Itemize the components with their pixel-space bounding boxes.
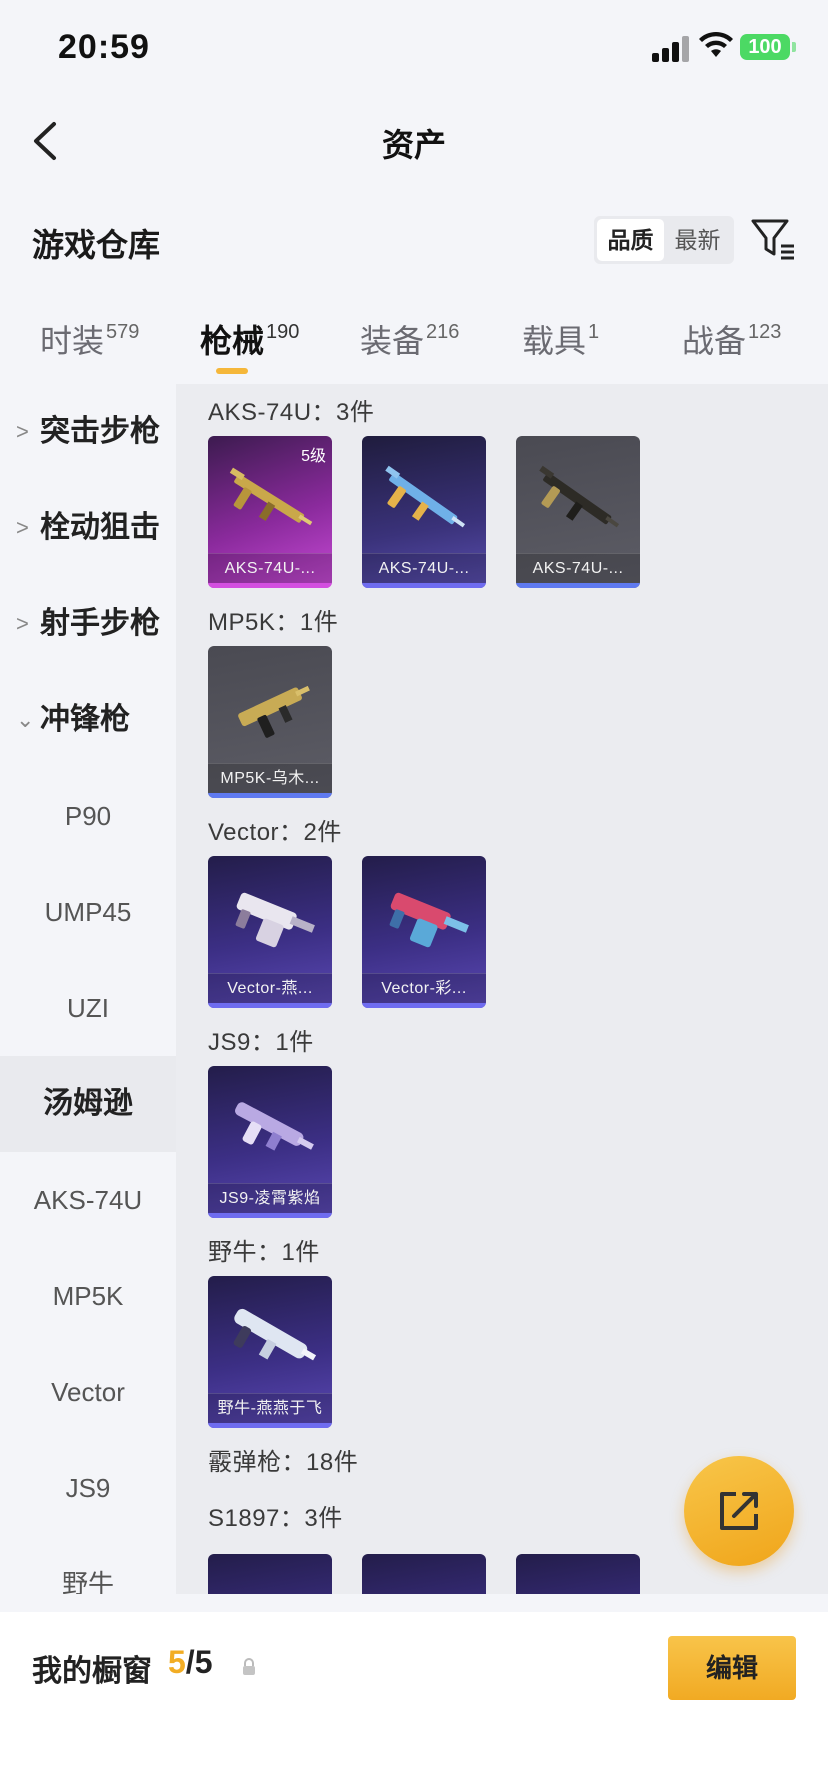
item-label: AKS-74U-...	[362, 553, 486, 583]
item-card[interactable]: AKS-74U-...	[516, 436, 640, 588]
tab-equipment[interactable]: 装备 216	[360, 316, 459, 362]
item-label: JS9-凌霄紫焰	[208, 1183, 332, 1213]
group-title: JS9：1件	[208, 1029, 314, 1056]
status-time: 20:59	[58, 28, 150, 66]
warehouse-header: 游戏仓库 品质 最新	[0, 200, 828, 280]
item-card[interactable]: JS9-凌霄紫焰	[208, 1066, 332, 1218]
rarity-bar	[208, 1213, 332, 1218]
group-title: S1897：3件	[208, 1505, 343, 1532]
rarity-bar	[208, 1003, 332, 1008]
group-title: 霰弹枪：18件	[208, 1449, 359, 1476]
page-title: 资产	[381, 127, 446, 163]
wifi-icon	[699, 31, 733, 57]
sidebar-item-aks74u[interactable]: AKS-74U	[0, 1152, 176, 1248]
sidebar-item-p90[interactable]: P90	[0, 768, 176, 864]
gun-image-icon	[389, 892, 469, 948]
rarity-bar	[362, 1003, 486, 1008]
tab-fashion[interactable]: 时装 579	[40, 316, 139, 362]
sidebar-cat-smg[interactable]: ⌄ 冲锋枪	[0, 672, 176, 768]
tab-vehicles[interactable]: 载具 1	[522, 316, 599, 362]
share-icon	[720, 1492, 758, 1530]
sort-newest-button[interactable]: 最新	[664, 219, 731, 261]
group-title: MP5K：1件	[208, 609, 339, 636]
item-card[interactable]: Vector-燕...	[208, 856, 332, 1008]
tab-gear[interactable]: 战备 123	[682, 316, 781, 362]
item-label: Vector-彩...	[362, 973, 486, 1003]
sidebar-item-vector[interactable]: Vector	[0, 1344, 176, 1440]
showcase-count: 5/5	[168, 1644, 213, 1680]
battery-icon: 100	[740, 34, 796, 60]
item-card[interactable]: Vector-彩...	[362, 856, 486, 1008]
item-card[interactable]	[516, 1554, 640, 1594]
gun-image-icon	[539, 465, 620, 528]
rarity-bar	[208, 793, 332, 798]
gun-image-icon	[238, 685, 310, 738]
chevron-right-icon: >	[16, 419, 29, 444]
item-card[interactable]: 野牛-燕燕于飞	[208, 1276, 332, 1428]
sidebar-item-ump45[interactable]: UMP45	[0, 864, 176, 960]
sidebar-item-mp5k[interactable]: MP5K	[0, 1248, 176, 1344]
gun-image-icon	[229, 467, 313, 526]
item-label: Vector-燕...	[208, 973, 332, 1003]
group-title: Vector：2件	[208, 819, 342, 846]
tab-active-indicator	[216, 368, 248, 374]
edit-button[interactable]: 编辑	[668, 1636, 796, 1700]
chevron-right-icon: >	[16, 611, 29, 636]
item-card[interactable]	[362, 1554, 486, 1594]
rarity-bar	[208, 583, 332, 588]
filter-icon[interactable]	[750, 216, 796, 262]
gun-image-icon	[233, 1308, 317, 1361]
nav-bar: 资产	[0, 96, 828, 186]
group-title: AKS-74U：3件	[208, 399, 375, 426]
item-card[interactable]: MP5K-乌木...	[208, 646, 332, 798]
item-label: AKS-74U-...	[208, 553, 332, 583]
category-tabs: 时装 579 枪械 190 装备 216 载具 1 战备 123	[0, 310, 828, 380]
sidebar-item-bizon[interactable]: 野牛	[0, 1536, 176, 1594]
gun-image-icon	[385, 465, 466, 528]
lock-icon	[243, 1658, 255, 1675]
item-label: 野牛-燕燕于飞	[208, 1393, 332, 1423]
status-bar: 20:59 100	[0, 0, 828, 96]
item-label: AKS-74U-...	[516, 553, 640, 583]
rarity-bar	[208, 1423, 332, 1428]
sort-toggle: 品质 最新	[594, 216, 734, 264]
item-card[interactable]: AKS-74U-...	[362, 436, 486, 588]
sidebar-item-thompson[interactable]: 汤姆逊	[0, 1056, 176, 1152]
chevron-right-icon: >	[16, 515, 29, 540]
rarity-bar	[362, 583, 486, 588]
warehouse-title: 游戏仓库	[32, 227, 161, 263]
sidebar-item-uzi[interactable]: UZI	[0, 960, 176, 1056]
share-button[interactable]	[684, 1456, 794, 1566]
tab-guns[interactable]: 枪械 190	[200, 316, 299, 362]
sort-quality-button[interactable]: 品质	[597, 219, 664, 261]
showcase-bar: 我的橱窗 5/5 编辑	[0, 1612, 828, 1792]
sidebar: > 突击步枪 > 栓动狙击 > 射手步枪 ⌄ 冲锋枪 P90 UMP45 UZI 汤姆逊…	[0, 384, 176, 1594]
gun-image-icon	[235, 1102, 314, 1151]
sidebar-item-js9[interactable]: JS9	[0, 1440, 176, 1536]
sidebar-cat-marksman[interactable]: > 射手步枪	[0, 576, 176, 672]
sidebar-cat-bolt-sniper[interactable]: > 栓动狙击	[0, 480, 176, 576]
showcase-title: 我的橱窗	[32, 1655, 152, 1688]
group-title: 野牛：1件	[208, 1239, 320, 1266]
gun-image-icon	[235, 892, 315, 948]
signal-icon	[652, 34, 692, 62]
rarity-bar	[516, 583, 640, 588]
item-label: MP5K-乌木...	[208, 763, 332, 793]
chevron-down-icon: ⌄	[16, 707, 35, 732]
sidebar-cat-assault-rifle[interactable]: > 突击步枪	[0, 384, 176, 480]
item-grid: AKS-74U：3件 5级 AKS-74U-... AKS-74U-... AK…	[176, 384, 828, 1594]
item-card[interactable]: 5级 AKS-74U-...	[208, 436, 332, 588]
item-card[interactable]	[208, 1554, 332, 1594]
